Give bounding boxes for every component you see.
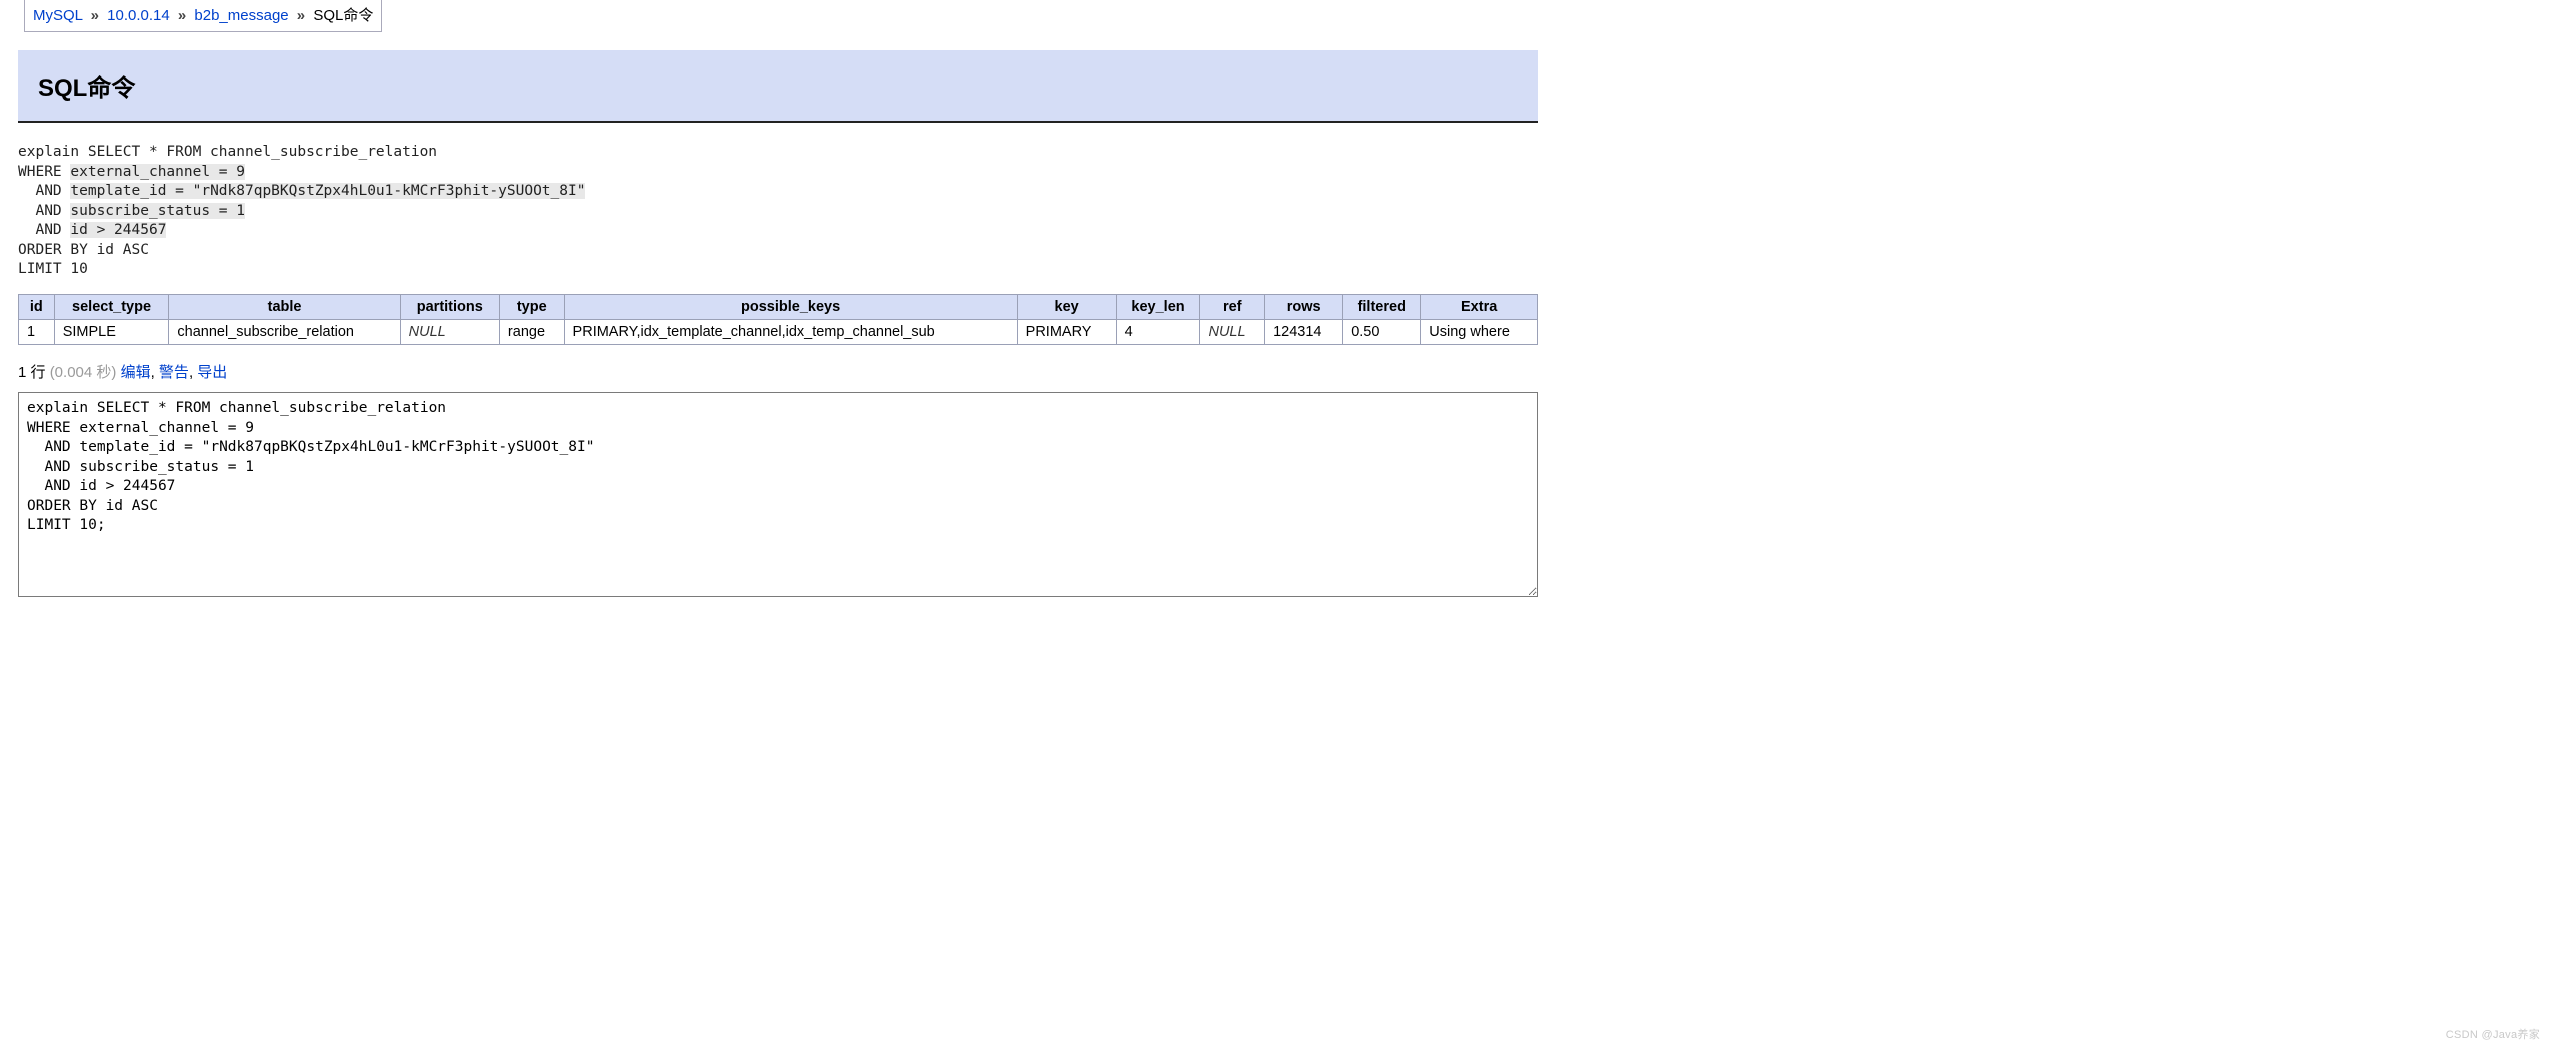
cell-partitions: NULL [400, 319, 499, 344]
breadcrumb-mysql[interactable]: MySQL [33, 7, 82, 24]
col-table: table [169, 294, 400, 319]
col-select-type: select_type [54, 294, 169, 319]
breadcrumb-host[interactable]: 10.0.0.14 [107, 7, 170, 24]
col-possible-keys: possible_keys [564, 294, 1017, 319]
cell-key-len: 4 [1116, 319, 1200, 344]
status-timing: (0.004 秒) [50, 364, 117, 381]
col-key: key [1017, 294, 1116, 319]
cell-extra: Using where [1421, 319, 1538, 344]
breadcrumb-db[interactable]: b2b_message [194, 7, 288, 24]
export-link[interactable]: 导出 [197, 364, 227, 381]
col-extra: Extra [1421, 294, 1538, 319]
breadcrumb-sep: » [178, 7, 186, 24]
cell-filtered: 0.50 [1343, 319, 1421, 344]
warn-link[interactable]: 警告 [159, 364, 189, 381]
cell-table: channel_subscribe_relation [169, 319, 400, 344]
col-type: type [499, 294, 564, 319]
breadcrumb-sep: » [297, 7, 305, 24]
col-ref: ref [1200, 294, 1265, 319]
watermark: CSDN @Java养家 [2446, 1026, 2540, 1042]
status-line: 1 行 (0.004 秒) 编辑, 警告, 导出 [18, 361, 1538, 382]
breadcrumb: MySQL » 10.0.0.14 » b2b_message » SQL命令 [24, 0, 382, 32]
col-rows: rows [1265, 294, 1343, 319]
col-id: id [19, 294, 55, 319]
table-row: 1 SIMPLE channel_subscribe_relation NULL… [19, 319, 1538, 344]
status-rows: 1 行 [18, 364, 46, 381]
cell-select-type: SIMPLE [54, 319, 169, 344]
breadcrumb-sep: » [91, 7, 99, 24]
explain-result-table: id select_type table partitions type pos… [18, 294, 1538, 345]
col-partitions: partitions [400, 294, 499, 319]
page-title: SQL命令 [18, 50, 1538, 123]
col-key-len: key_len [1116, 294, 1200, 319]
sql-display: explain SELECT * FROM channel_subscribe_… [18, 143, 1538, 280]
cell-rows: 124314 [1265, 319, 1343, 344]
breadcrumb-current: SQL命令 [313, 7, 373, 24]
cell-key: PRIMARY [1017, 319, 1116, 344]
cell-ref: NULL [1200, 319, 1265, 344]
cell-type: range [499, 319, 564, 344]
edit-link[interactable]: 编辑 [121, 364, 151, 381]
table-header-row: id select_type table partitions type pos… [19, 294, 1538, 319]
cell-id: 1 [19, 319, 55, 344]
col-filtered: filtered [1343, 294, 1421, 319]
cell-possible-keys: PRIMARY,idx_template_channel,idx_temp_ch… [564, 319, 1017, 344]
sql-input[interactable] [18, 392, 1538, 597]
